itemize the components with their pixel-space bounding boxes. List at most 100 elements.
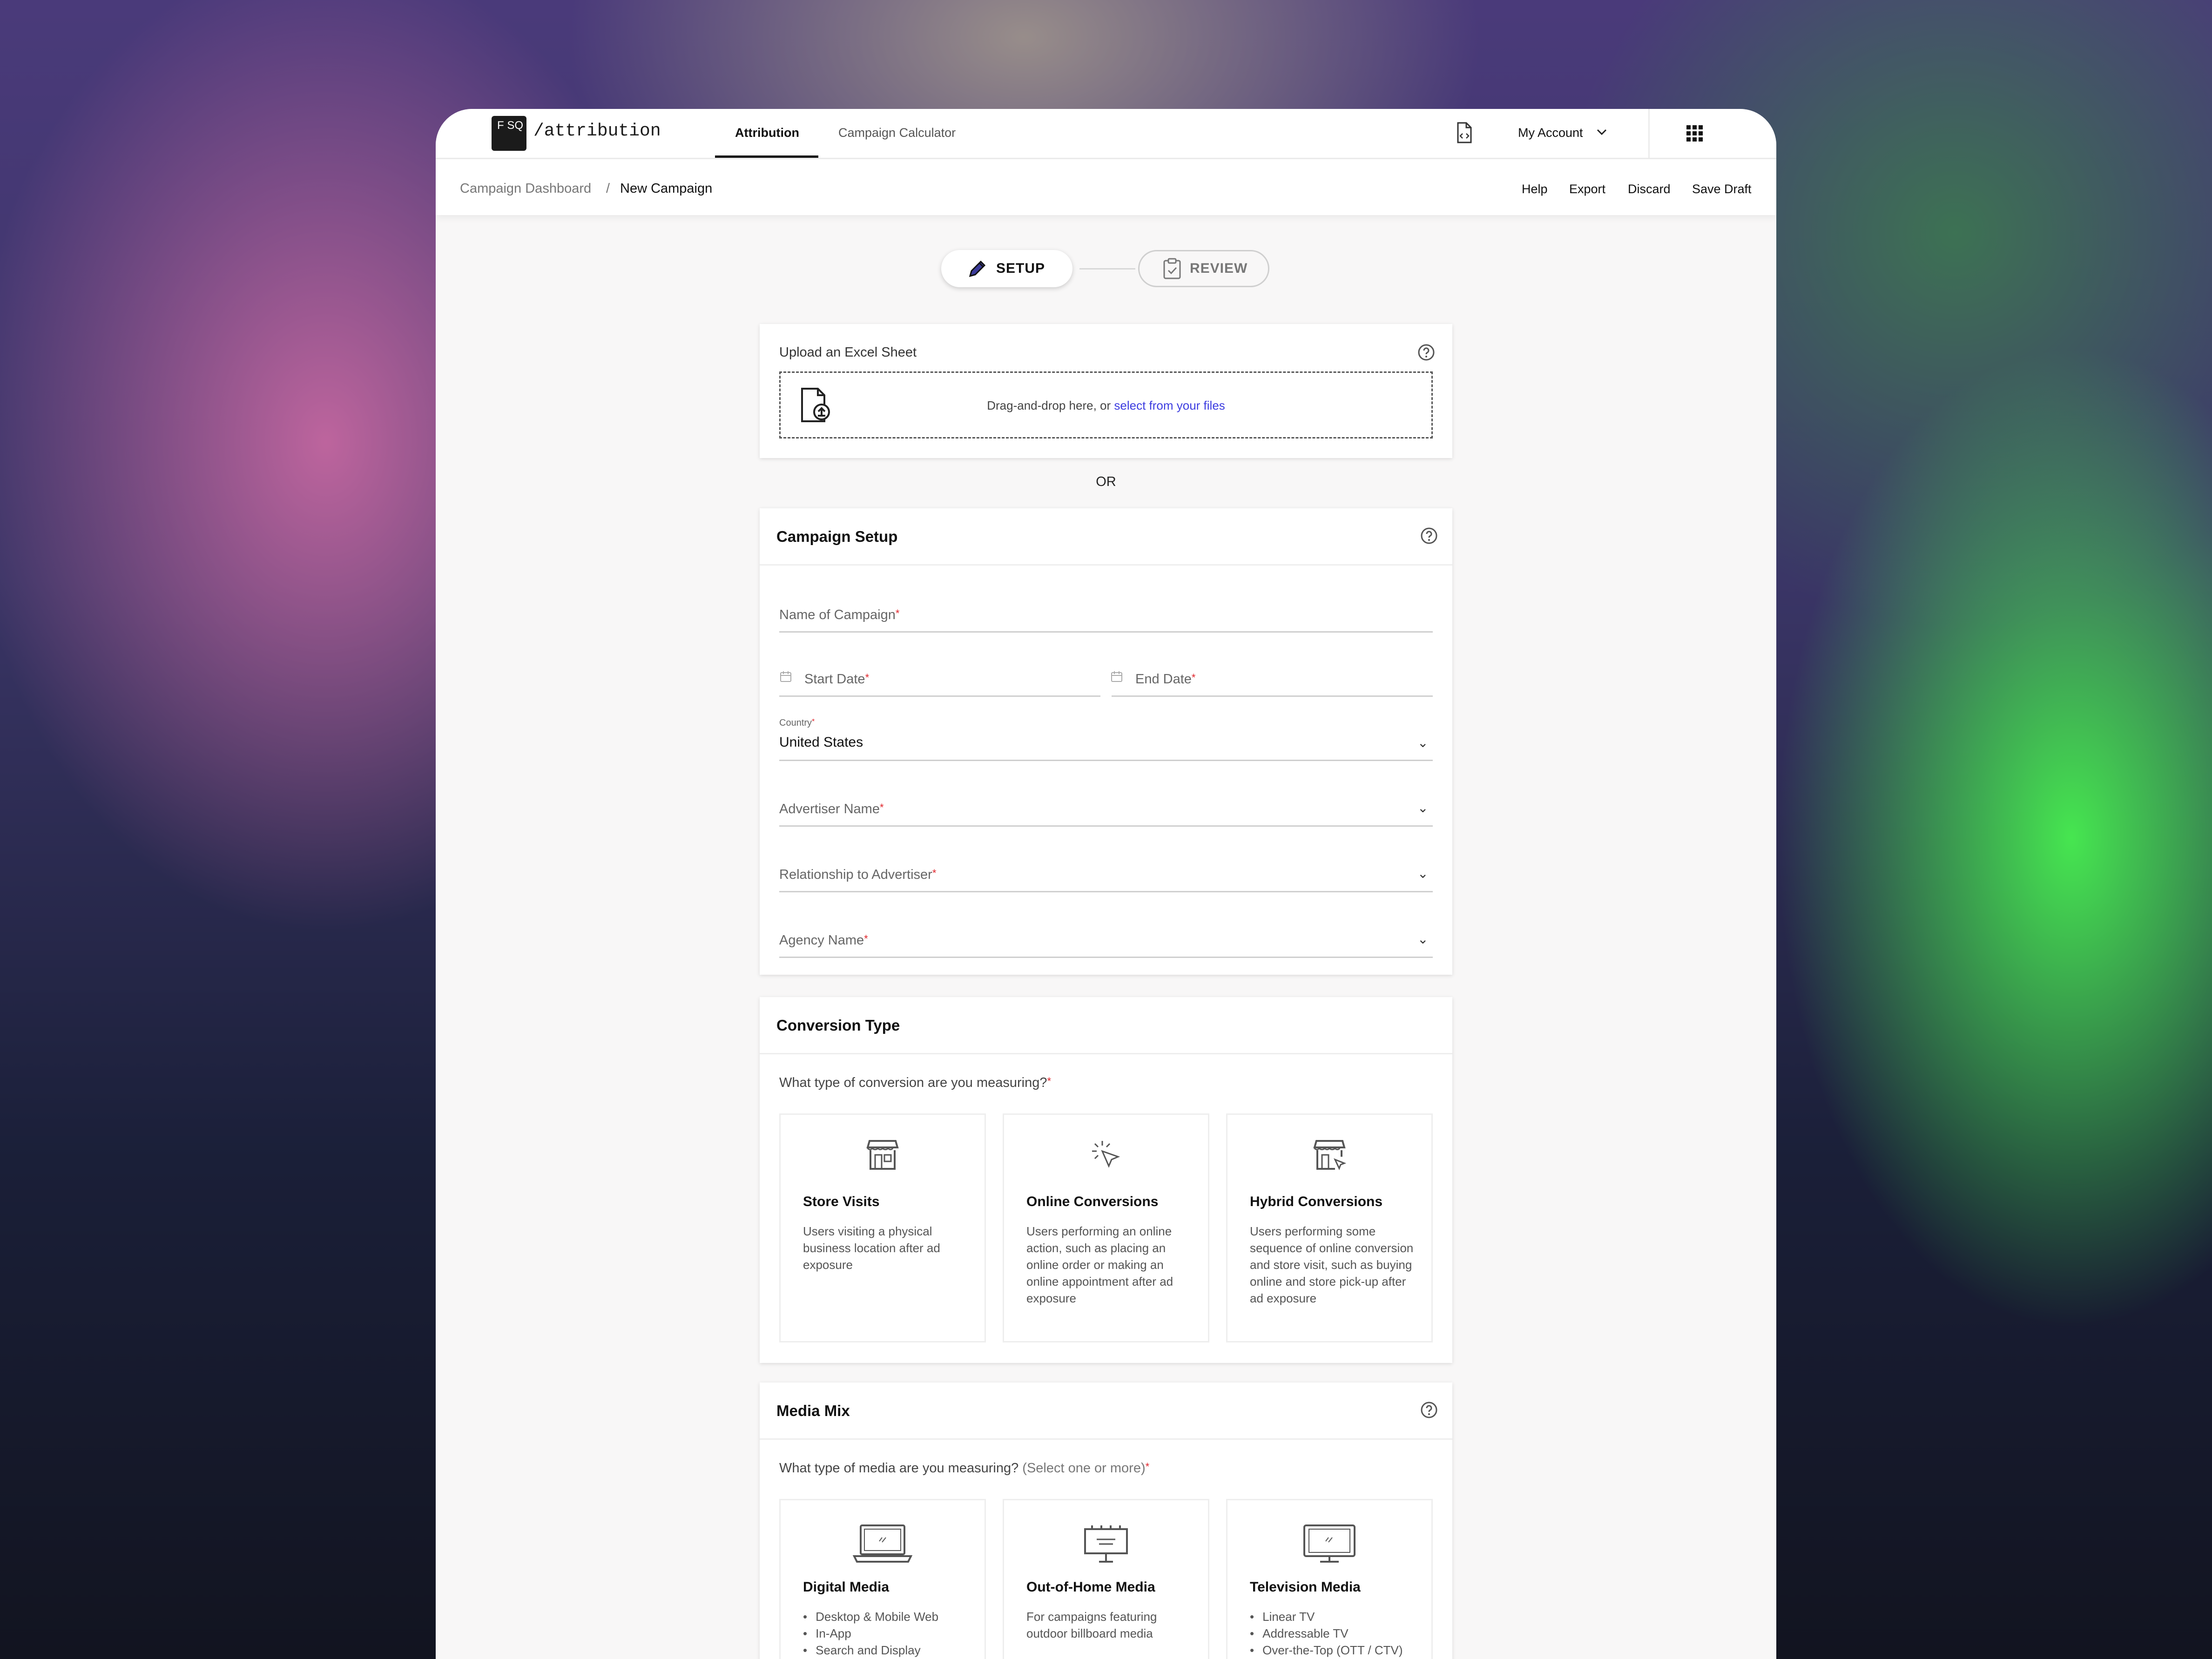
list-item: Addressable TV [1250,1625,1427,1642]
conversion-type-card: Conversion Type What type of conversion … [760,997,1452,1363]
app-window: F SQ /attribution Attribution Campaign C… [436,109,1776,1659]
required-mark: * [865,672,870,683]
conversion-question: What type of conversion are you measurin… [779,1075,1051,1091]
breadcrumb-current: New Campaign [620,181,713,196]
step-review[interactable]: REVIEW [1138,250,1269,287]
campaign-setup-header: Campaign Setup [760,508,1452,566]
conversion-type-header: Conversion Type [760,997,1452,1054]
file-dropzone[interactable]: Drag-and-drop here, or select from your … [779,371,1433,438]
document-code-icon[interactable] [1455,121,1474,146]
relationship-label-text: Relationship to Advertiser [779,867,932,882]
option-out-of-home-media[interactable]: Out-of-Home Media For campaigns featurin… [1003,1499,1209,1659]
list-item: Linear TV [1250,1608,1427,1625]
option-list: Linear TV Addressable TV Over-the-Top (O… [1250,1608,1427,1659]
app-name: /attribution [533,121,661,141]
breadcrumb-separator: / [606,181,610,196]
media-mix-header: Media Mix [760,1382,1452,1440]
list-item: Desktop & Mobile Web [803,1608,980,1625]
top-nav-bar: F SQ /attribution Attribution Campaign C… [436,109,1776,159]
list-item: Over-the-Top (OTT / CTV) [1250,1642,1427,1659]
option-television-media[interactable]: Television Media Linear TV Addressable T… [1226,1499,1433,1659]
required-mark: * [812,718,815,726]
start-date-label-text: Start Date [804,672,865,687]
relationship-label: Relationship to Advertiser* [779,867,936,883]
tab-campaign-calculator[interactable]: Campaign Calculator [838,126,956,140]
option-title: Hybrid Conversions [1250,1194,1383,1209]
save-draft-button[interactable]: Save Draft [1692,182,1752,196]
option-store-visits[interactable]: Store Visits Users visiting a physical b… [779,1113,986,1342]
field-underline [779,825,1433,827]
option-title: Out-of-Home Media [1026,1579,1155,1595]
required-mark: * [1191,672,1196,683]
upload-title: Upload an Excel Sheet [779,345,917,360]
field-underline [779,760,1433,761]
upload-card: Upload an Excel Sheet Drag-and-drop here… [760,324,1452,458]
fsq-logo[interactable]: F SQ [492,116,526,151]
option-online-conversions[interactable]: Online Conversions Users performing an o… [1003,1113,1209,1342]
campaign-name-label: Name of Campaign* [779,607,899,623]
laptop-icon [781,1523,985,1567]
media-question-hint: (Select one or more) [1022,1461,1146,1476]
export-button[interactable]: Export [1569,182,1605,196]
campaign-name-label-text: Name of Campaign [779,607,896,622]
select-files-link[interactable]: select from your files [1114,398,1225,412]
billboard-icon [1004,1523,1208,1567]
chevron-down-icon[interactable] [1595,123,1609,144]
stepper-connector [1079,268,1135,270]
option-hybrid-conversions[interactable]: Hybrid Conversions Users performing some… [1226,1113,1433,1342]
help-circle-icon[interactable] [1420,527,1438,547]
option-title: Digital Media [803,1579,890,1595]
campaign-setup-card: Campaign Setup Name of Campaign* Start D… [760,508,1452,975]
conversion-question-text: What type of conversion are you measurin… [779,1075,1047,1090]
clipboard-check-icon [1162,257,1182,280]
option-description: Users visiting a physical business locat… [803,1224,940,1272]
list-item: Search and Display [803,1642,980,1659]
option-list: Desktop & Mobile Web In-App Search and D… [803,1608,980,1659]
active-tab-indicator [715,155,818,158]
required-mark: * [932,867,937,879]
media-mix-title: Media Mix [776,1402,850,1419]
advertiser-name-label: Advertiser Name* [779,802,884,817]
advertiser-name-label-text: Advertiser Name [779,802,880,816]
step-setup[interactable]: SETUP [941,250,1072,287]
tv-icon [1227,1523,1431,1567]
store-cursor-icon [1227,1137,1431,1175]
option-title: Online Conversions [1026,1194,1159,1209]
option-title: Television Media [1250,1579,1361,1595]
media-question-text: What type of media are you measuring? [779,1461,1019,1476]
discard-button[interactable]: Discard [1628,182,1671,196]
agency-name-label-text: Agency Name [779,933,864,948]
dropzone-instruction: Drag-and-drop here, or [987,398,1111,412]
step-setup-label: SETUP [996,261,1045,276]
end-date-label: End Date* [1135,672,1195,687]
help-circle-icon[interactable] [1420,1401,1438,1421]
field-underline [779,957,1433,958]
option-digital-media[interactable]: Digital Media Desktop & Mobile Web In-Ap… [779,1499,986,1659]
media-mix-card: Media Mix What type of media are you mea… [760,1382,1452,1659]
option-description: Users performing some sequence of online… [1250,1224,1414,1305]
end-date-label-text: End Date [1135,672,1192,687]
start-date-label: Start Date* [804,672,869,687]
dropzone-text: Drag-and-drop here, or select from your … [781,398,1431,413]
campaign-setup-title: Campaign Setup [776,528,898,545]
calendar-icon [1110,670,1123,686]
list-item: In-App [803,1625,980,1642]
my-account-menu[interactable]: My Account [1518,126,1583,140]
required-mark: * [864,933,868,944]
country-label: Country* [779,718,815,728]
required-mark: * [1047,1075,1052,1087]
app-grid-icon[interactable] [1686,124,1704,145]
required-mark: * [879,802,884,813]
field-underline [779,631,1433,633]
tab-attribution[interactable]: Attribution [735,126,799,140]
media-question: What type of media are you measuring? (S… [779,1461,1149,1476]
breadcrumb-campaign-dashboard[interactable]: Campaign Dashboard [460,181,591,196]
nav-divider [1648,109,1650,158]
option-title: Store Visits [803,1194,880,1209]
field-underline [1112,695,1433,697]
country-value: United States [779,735,863,750]
calendar-icon [779,670,792,686]
required-mark: * [895,607,900,619]
help-circle-icon[interactable] [1417,344,1435,364]
help-button[interactable]: Help [1522,182,1548,196]
